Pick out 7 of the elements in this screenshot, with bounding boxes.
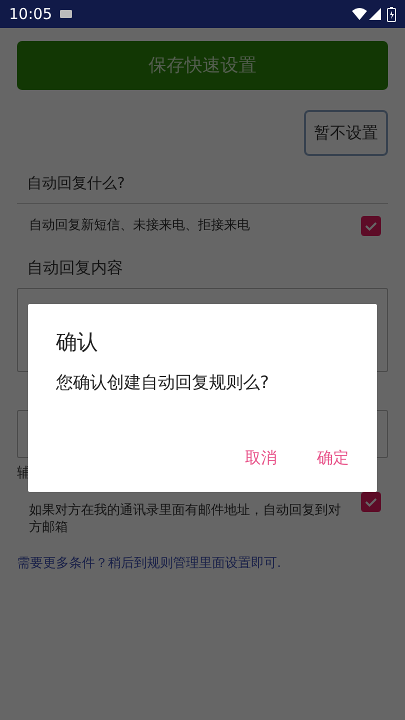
section-title: 自动回复什么?: [26, 173, 126, 194]
option-label: 如果对方在我的通讯录里面有邮件地址，自动回复到对方邮箱: [29, 502, 342, 536]
dialog-title: 确认: [56, 329, 99, 356]
status-time: 10:05: [9, 4, 52, 25]
content-label: 自动回复内容: [26, 256, 124, 278]
option-label: 自动回复新短信、未接来电、拒接来电: [29, 216, 251, 235]
dialog-message: 您确认创建自动回复规则么?: [56, 372, 270, 394]
